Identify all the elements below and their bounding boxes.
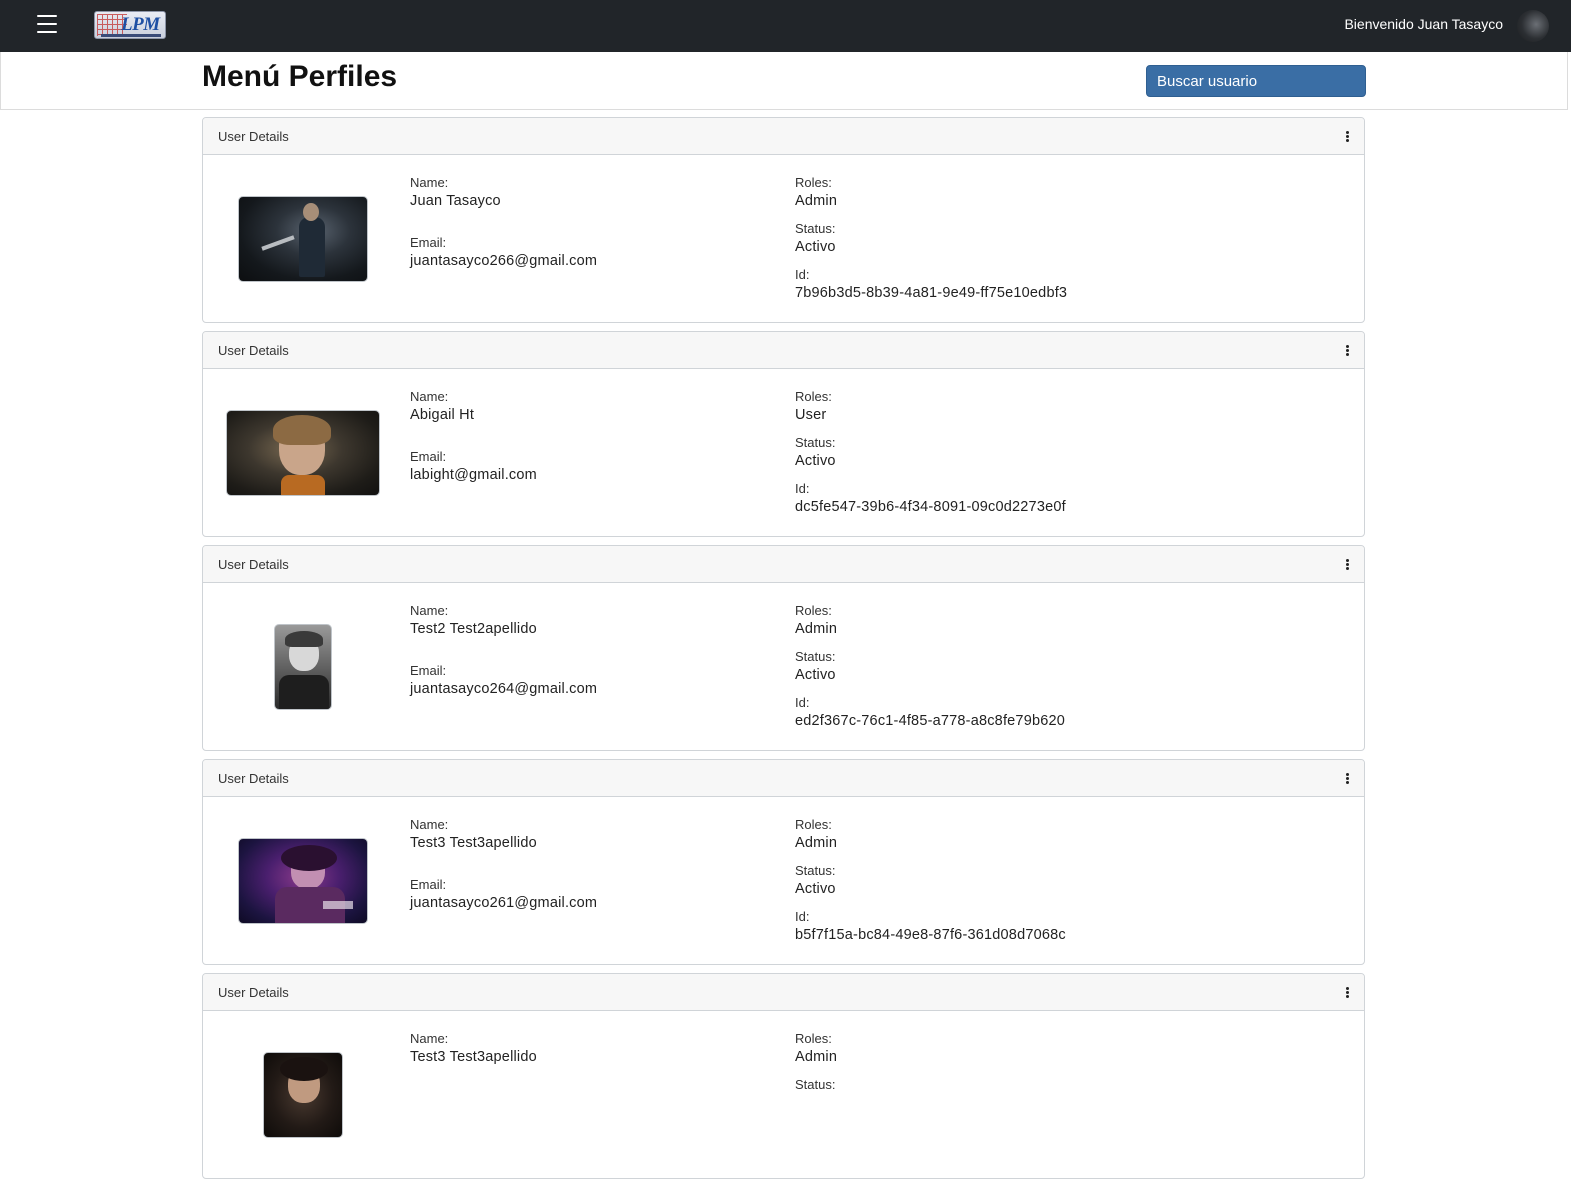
name-value: Test2 Test2apellido — [410, 621, 537, 637]
status-value: Activo — [795, 667, 836, 683]
card-header: User Details — [203, 332, 1364, 369]
status-label: Status: — [795, 435, 836, 450]
user-card: User Details Name: Abigail Ht Email: lab… — [202, 331, 1365, 537]
user-card: User Details Name: Juan Tasayco Email: j… — [202, 117, 1365, 323]
roles-label: Roles: — [795, 389, 832, 404]
id-value: b5f7f15a-bc84-49e8-87f6-361d08d7068c — [795, 927, 1066, 943]
more-options-icon[interactable] — [1344, 131, 1350, 145]
email-label: Email: — [410, 449, 447, 464]
name-label: Name: — [410, 175, 449, 190]
more-options-icon[interactable] — [1344, 559, 1350, 573]
email-value: labight@gmail.com — [410, 467, 537, 483]
more-options-icon[interactable] — [1344, 345, 1350, 359]
email-label: Email: — [410, 663, 447, 678]
search-user-button[interactable]: Buscar usuario — [1146, 65, 1366, 97]
more-options-icon[interactable] — [1344, 773, 1350, 787]
status-label: Status: — [795, 649, 836, 664]
email-value: juantasayco264@gmail.com — [410, 681, 598, 697]
user-photo — [238, 838, 368, 924]
id-label: Id: — [795, 909, 810, 924]
id-value: dc5fe547-39b6-4f34-8091-09c0d2273e0f — [795, 499, 1066, 515]
user-card: User Details Name: Test3 Test3apellido E… — [202, 759, 1365, 965]
user-card: User Details Name: Test2 Test2apellido E… — [202, 545, 1365, 751]
hamburger-menu-icon[interactable] — [37, 15, 57, 33]
roles-value: User — [795, 407, 827, 423]
name-label: Name: — [410, 1031, 449, 1046]
user-card-list: User Details Name: Juan Tasayco Email: j… — [202, 117, 1365, 1187]
card-header-title: User Details — [218, 343, 289, 358]
top-navbar: LPM Bienvenido Juan Tasayco — [0, 0, 1571, 52]
card-header-title: User Details — [218, 771, 289, 786]
id-value: 7b96b3d5-8b39-4a81-9e49-ff75e10edbf3 — [795, 285, 1068, 301]
roles-label: Roles: — [795, 1031, 832, 1046]
roles-value: Admin — [795, 1049, 838, 1065]
name-value: Juan Tasayco — [410, 193, 501, 209]
email-value: juantasayco266@gmail.com — [410, 253, 598, 269]
roles-value: Admin — [795, 621, 838, 637]
page-header: Menú Perfiles Buscar usuario — [0, 52, 1568, 110]
email-value: juantasayco261@gmail.com — [410, 895, 598, 911]
company-logo[interactable]: LPM — [94, 11, 166, 39]
status-value: Activo — [795, 239, 836, 255]
roles-label: Roles: — [795, 603, 832, 618]
card-header: User Details — [203, 546, 1364, 583]
card-header-title: User Details — [218, 985, 289, 1000]
roles-label: Roles: — [795, 175, 832, 190]
user-card: User Details Name: Test3 Test3apellido R… — [202, 973, 1365, 1179]
roles-value: Admin — [795, 193, 838, 209]
name-value: Test3 Test3apellido — [410, 835, 537, 851]
card-header: User Details — [203, 974, 1364, 1011]
name-value: Abigail Ht — [410, 407, 475, 423]
id-label: Id: — [795, 481, 810, 496]
logo-text: LPM — [121, 14, 160, 35]
user-photo — [263, 1052, 343, 1138]
card-header: User Details — [203, 760, 1364, 797]
user-avatar[interactable] — [1517, 10, 1549, 42]
name-value: Test3 Test3apellido — [410, 1049, 537, 1065]
status-label: Status: — [795, 863, 836, 878]
page-title: Menú Perfiles — [202, 60, 398, 93]
user-photo — [274, 624, 332, 710]
name-label: Name: — [410, 389, 449, 404]
status-label: Status: — [795, 221, 836, 236]
user-photo — [226, 410, 380, 496]
email-label: Email: — [410, 877, 447, 892]
card-header-title: User Details — [218, 557, 289, 572]
name-label: Name: — [410, 817, 449, 832]
card-header-title: User Details — [218, 129, 289, 144]
status-value: Activo — [795, 453, 836, 469]
id-value: ed2f367c-76c1-4f85-a778-a8c8fe79b620 — [795, 713, 1066, 729]
status-value: Activo — [795, 881, 836, 897]
id-label: Id: — [795, 267, 810, 282]
more-options-icon[interactable] — [1344, 987, 1350, 1001]
name-label: Name: — [410, 603, 449, 618]
roles-label: Roles: — [795, 817, 832, 832]
user-photo — [238, 196, 368, 282]
email-label: Email: — [410, 235, 447, 250]
status-label: Status: — [795, 1077, 836, 1092]
welcome-message: Bienvenido Juan Tasayco — [1344, 16, 1503, 32]
card-header: User Details — [203, 118, 1364, 155]
id-label: Id: — [795, 695, 810, 710]
roles-value: Admin — [795, 835, 838, 851]
